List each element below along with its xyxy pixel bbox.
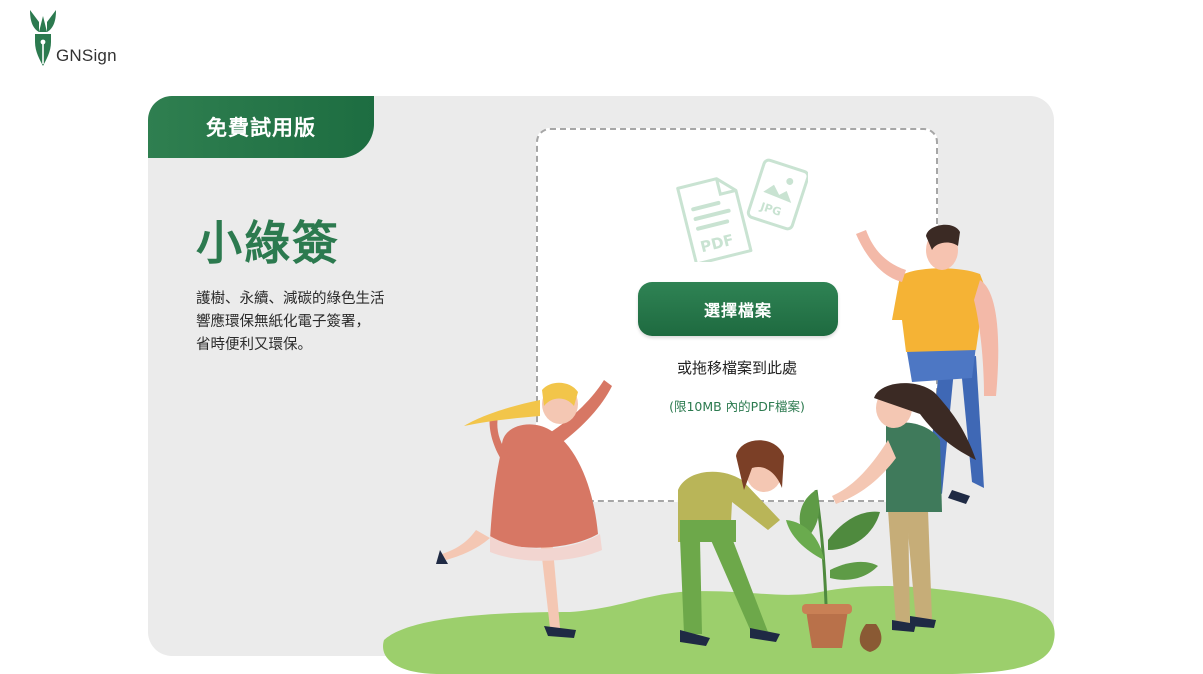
grass-ground xyxy=(383,585,1055,674)
leaf-pen-logo-icon xyxy=(30,10,56,66)
eco-people-illustration xyxy=(383,224,1055,674)
app-logo[interactable]: GNSign xyxy=(26,8,136,70)
girl-running xyxy=(436,380,612,638)
free-trial-badge: 免費試用版 xyxy=(148,96,374,158)
product-title: 小綠簽 xyxy=(196,216,340,270)
logo-wordmark: GNSign xyxy=(56,46,117,65)
